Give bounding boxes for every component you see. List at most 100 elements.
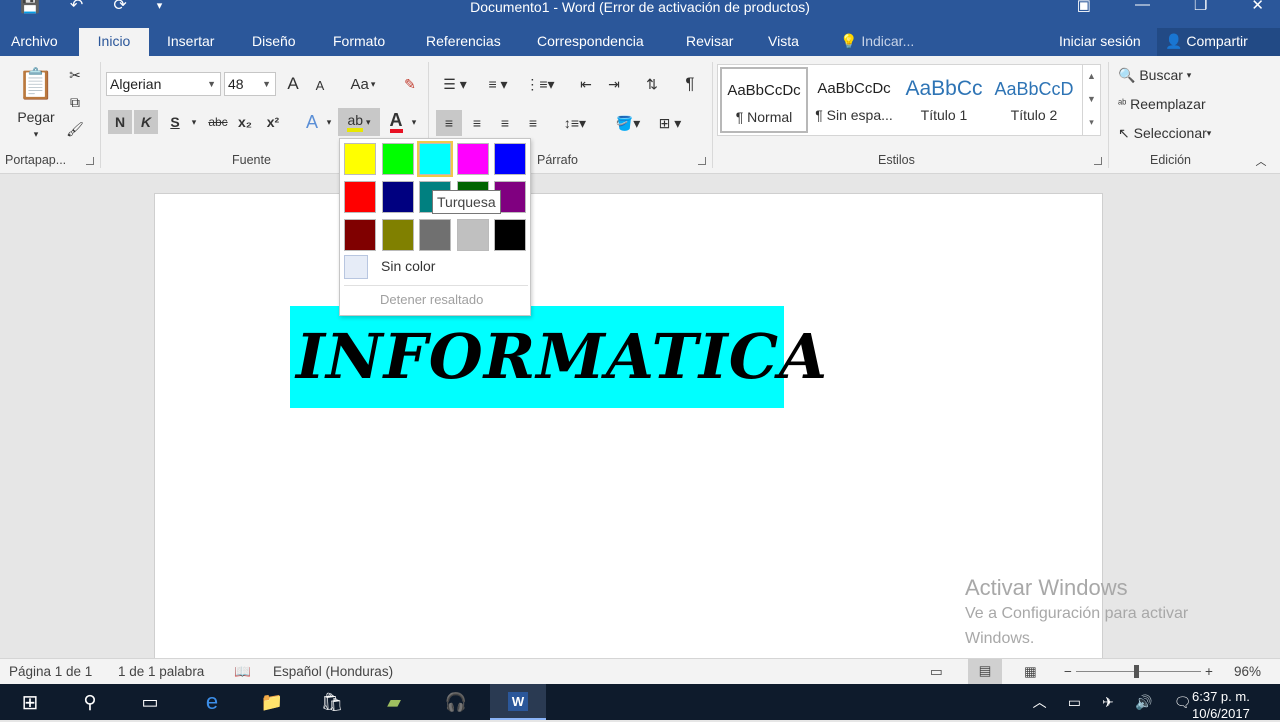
font-size-field[interactable]: 48 ▼ <box>224 72 276 96</box>
proofing-icon[interactable]: 📖 <box>234 664 251 680</box>
zoom-out-icon[interactable]: − <box>1064 664 1072 679</box>
style-no-spacing[interactable]: AaBbCcDc ¶ Sin espa... <box>810 67 898 133</box>
style-heading-1[interactable]: AaBbCc Título 1 <box>900 67 988 133</box>
align-right-icon[interactable]: ≡ <box>492 110 518 136</box>
color-swatch[interactable] <box>381 143 414 175</box>
paste-dropdown-icon[interactable]: ▾ <box>28 128 44 140</box>
media-app-icon[interactable]: 🎧 <box>434 684 478 720</box>
tab-referencias[interactable]: Referencias <box>418 28 509 56</box>
text-effects-icon[interactable]: A <box>300 110 324 134</box>
select-button[interactable]: ↖ Seleccionar ▾ <box>1118 122 1230 144</box>
color-swatch[interactable] <box>456 143 489 175</box>
decrease-indent-icon[interactable]: ⇤ <box>574 72 598 96</box>
no-color-option[interactable]: Sin color <box>381 258 435 274</box>
grow-font-button[interactable]: A <box>282 72 304 96</box>
increase-indent-icon[interactable]: ⇥ <box>602 72 626 96</box>
chevron-down-icon[interactable]: ▼ <box>207 73 216 95</box>
find-button[interactable]: 🔍 Buscar ▾ <box>1118 64 1208 86</box>
format-painter-icon[interactable]: 🖌 <box>64 118 86 140</box>
replace-button[interactable]: ᵃᵇ Reemplazar <box>1118 93 1228 115</box>
color-swatch[interactable] <box>344 143 376 175</box>
font-name-field[interactable]: Algerian ▼ <box>106 72 221 96</box>
paste-button[interactable]: Pegar <box>10 108 62 126</box>
web-layout-icon[interactable]: ▦ <box>1024 664 1037 680</box>
zoom-in-icon[interactable]: + <box>1205 664 1213 679</box>
clipboard-launcher-icon[interactable] <box>86 157 94 165</box>
document-text[interactable]: INFORMATICA <box>290 306 827 408</box>
paragraph-launcher-icon[interactable] <box>698 157 706 165</box>
color-swatch[interactable] <box>381 219 414 251</box>
underline-button[interactable]: S <box>164 110 186 134</box>
style-heading-2[interactable]: AaBbCcD Título 2 <box>990 67 1078 133</box>
superscript-button[interactable]: x² <box>262 110 284 134</box>
borders-icon[interactable]: ⊞ ▾ <box>652 110 688 136</box>
change-case-button[interactable]: Aa ▾ <box>344 72 382 96</box>
tell-me-search[interactable]: 💡 Indicar... <box>832 28 922 56</box>
subscript-button[interactable]: x₂ <box>234 110 256 134</box>
edge-icon[interactable]: e <box>190 684 234 720</box>
language[interactable]: Español (Honduras) <box>273 664 393 679</box>
color-swatch[interactable] <box>381 181 414 213</box>
underline-dropdown-icon[interactable]: ▾ <box>188 112 200 132</box>
copy-icon[interactable]: ⧉ <box>64 91 86 113</box>
search-icon[interactable]: ⚲ <box>68 684 112 720</box>
font-color-button[interactable]: A <box>384 110 408 134</box>
highlight-color-button[interactable]: ab ▾ <box>338 108 380 136</box>
color-swatch[interactable] <box>344 181 376 213</box>
color-swatch[interactable] <box>494 143 526 175</box>
read-mode-icon[interactable]: ▭ <box>930 664 943 680</box>
paste-icon[interactable]: 📋 <box>14 64 58 104</box>
chevron-up-icon[interactable]: ︿ <box>1033 692 1047 712</box>
print-layout-icon[interactable]: ▤ <box>968 659 1002 684</box>
font-color-dropdown-icon[interactable]: ▾ <box>408 112 420 132</box>
notifications-icon[interactable]: 🗨 <box>1174 694 1192 711</box>
task-view-icon[interactable]: ▭ <box>128 684 172 720</box>
styles-launcher-icon[interactable] <box>1094 157 1102 165</box>
strikethrough-button[interactable]: abc <box>204 110 232 134</box>
sign-in-link[interactable]: Iniciar sesión <box>1051 28 1149 56</box>
color-swatch[interactable] <box>419 219 451 251</box>
bullets-icon[interactable]: ☰ ▾ <box>438 72 472 96</box>
color-swatch[interactable] <box>344 219 376 251</box>
volume-icon[interactable]: 🔊 <box>1135 694 1152 711</box>
multilevel-list-icon[interactable]: ⋮≡▾ <box>522 72 558 96</box>
tab-inicio[interactable]: Inicio <box>79 28 149 56</box>
page-count[interactable]: Página 1 de 1 <box>9 664 92 679</box>
chevron-down-icon[interactable]: ▼ <box>262 73 271 95</box>
tab-revisar[interactable]: Revisar <box>678 28 741 56</box>
cut-icon[interactable]: ✂ <box>64 64 86 86</box>
battery-icon[interactable]: ▭ <box>1068 694 1081 711</box>
close-button[interactable]: ✕ <box>1251 0 1264 14</box>
file-explorer-icon[interactable]: 📁 <box>250 684 294 720</box>
shrink-font-button[interactable]: A <box>310 74 330 96</box>
clock[interactable]: 6:37 p. m. 10/6/2017 <box>1192 688 1250 722</box>
document-page[interactable]: INFORMATICA <box>154 193 1103 673</box>
tab-insertar[interactable]: Insertar <box>159 28 222 56</box>
minimize-button[interactable]: — <box>1135 0 1150 14</box>
no-color-icon[interactable] <box>344 255 368 279</box>
zoom-slider-thumb[interactable] <box>1134 665 1139 678</box>
store-icon[interactable]: 🛍 <box>310 684 354 720</box>
sort-icon[interactable]: ⇅ <box>640 72 664 96</box>
align-left-icon[interactable]: ≡ <box>436 110 462 136</box>
windows-start-icon[interactable]: ⊞ <box>8 684 52 720</box>
color-swatch[interactable] <box>417 141 453 177</box>
clear-formatting-icon[interactable]: ✎ <box>398 72 422 96</box>
ribbon-display-icon[interactable]: ▣ <box>1077 0 1091 14</box>
gallery-scroll[interactable]: ▲ ▼ ▾ <box>1082 65 1100 135</box>
tab-vista[interactable]: Vista <box>760 28 807 56</box>
share-button[interactable]: 👤 Compartir <box>1157 28 1280 56</box>
tab-archivo[interactable]: Archivo <box>3 28 66 56</box>
color-swatch[interactable] <box>494 219 526 251</box>
numbering-icon[interactable]: ≡ ▾ <box>480 72 516 96</box>
bold-button[interactable]: N <box>108 110 132 134</box>
color-swatch[interactable] <box>456 219 489 251</box>
restore-button[interactable]: ❐ <box>1194 0 1207 14</box>
app-icon[interactable]: ▰ <box>372 684 416 720</box>
tab-correspondencia[interactable]: Correspondencia <box>529 28 652 56</box>
text-effects-dropdown-icon[interactable]: ▾ <box>324 112 334 132</box>
justify-icon[interactable]: ≡ <box>520 110 546 136</box>
word-count[interactable]: 1 de 1 palabra <box>118 664 204 679</box>
show-formatting-icon[interactable]: ¶ <box>678 72 702 96</box>
style-normal[interactable]: AaBbCcDc ¶ Normal <box>720 67 808 133</box>
